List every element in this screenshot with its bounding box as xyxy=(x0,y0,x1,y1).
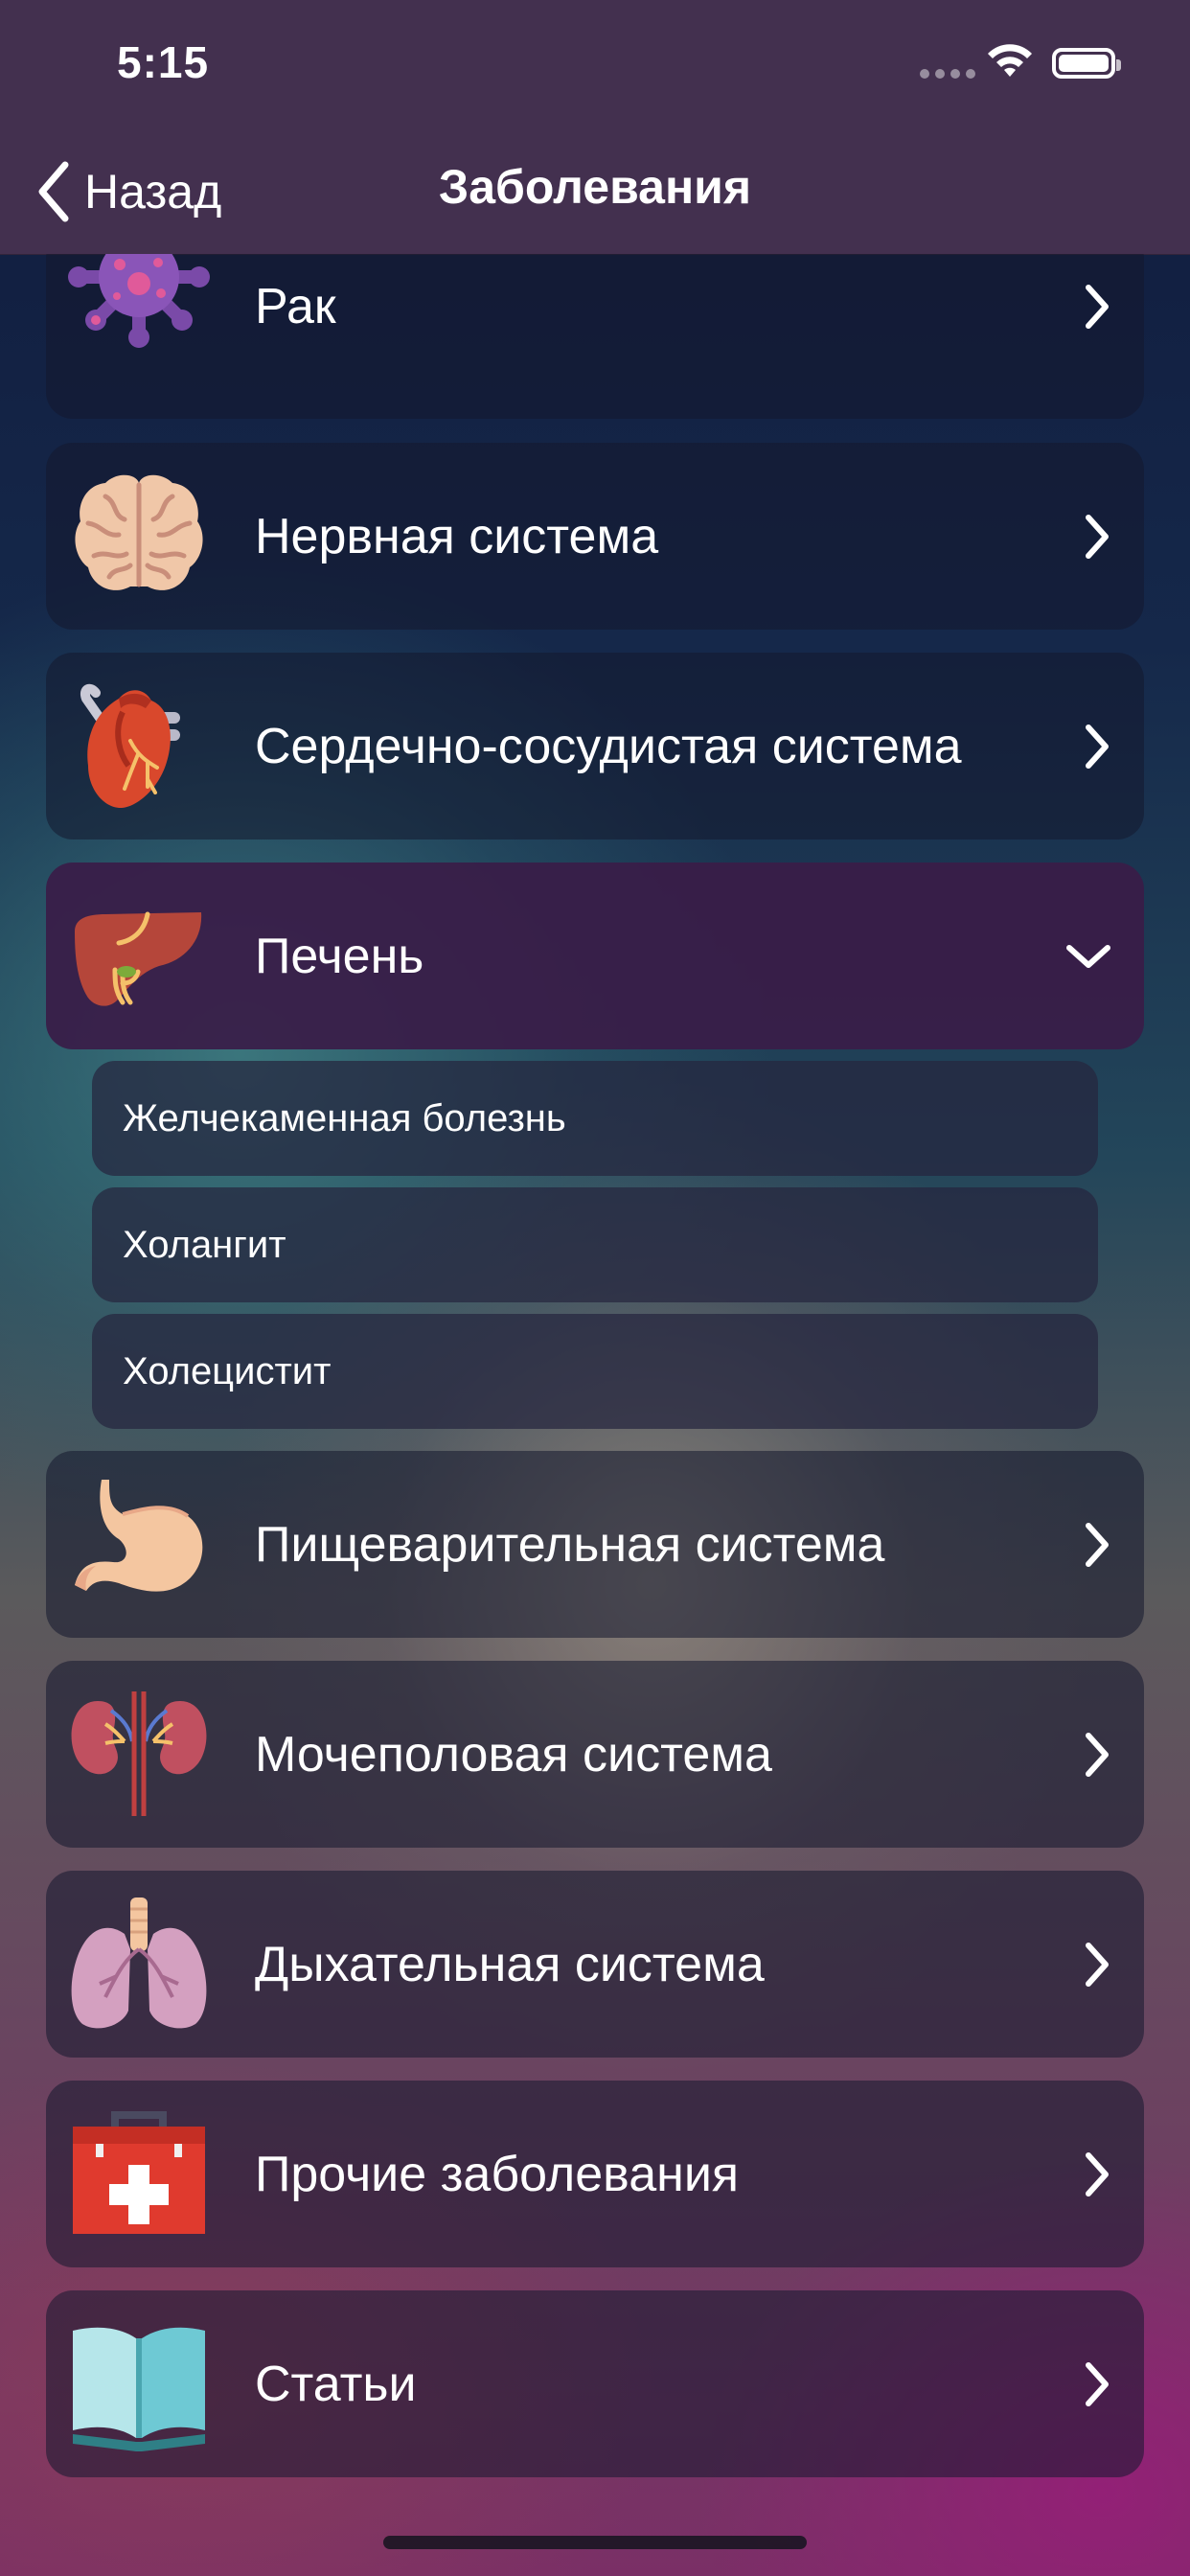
category-cardiovascular-system[interactable]: Сердечно-сосудистая система xyxy=(46,653,1144,840)
book-icon xyxy=(73,2327,205,2451)
chevron-right-icon xyxy=(1086,2151,1109,2196)
wifi-icon xyxy=(988,44,1032,77)
brain-icon xyxy=(75,474,203,590)
chevron-right-icon xyxy=(1086,284,1109,329)
category-label: Мочеполовая система xyxy=(255,1726,772,1782)
category-liver[interactable]: Печень xyxy=(46,862,1144,1049)
home-indicator[interactable] xyxy=(383,2536,807,2549)
kidneys-icon xyxy=(71,1691,207,1816)
liver-subitem-cholangitis[interactable]: Холангит xyxy=(92,1187,1098,1302)
liver-subitem-cholecystitis[interactable]: Холецистит xyxy=(92,1314,1098,1429)
subitem-label: Холангит xyxy=(123,1223,286,1266)
chevron-down-icon xyxy=(1066,944,1110,968)
cellular-signal-icon xyxy=(920,69,975,79)
chevron-right-icon xyxy=(1086,724,1109,769)
lungs-icon xyxy=(71,1898,207,2029)
page-title: Заболевания xyxy=(438,160,752,214)
chevron-right-icon xyxy=(1086,514,1109,559)
first-aid-kit-icon xyxy=(73,2111,205,2234)
category-label: Печень xyxy=(255,928,424,984)
chevron-right-icon xyxy=(1086,2361,1109,2406)
status-time: 5:15 xyxy=(117,37,210,87)
battery-icon xyxy=(1052,48,1121,79)
stomach-icon xyxy=(75,1480,203,1592)
category-label: Пищеварительная система xyxy=(255,1516,885,1573)
category-other-diseases[interactable]: Прочие заболевания xyxy=(46,2081,1144,2267)
chevron-right-icon xyxy=(1086,1732,1109,1777)
chevron-right-icon xyxy=(1086,1522,1109,1567)
category-digestive-system[interactable]: Пищеварительная система xyxy=(46,1451,1144,1638)
liver-subitem-gallstone-disease[interactable]: Желчекаменная болезнь xyxy=(92,1061,1098,1176)
category-label: Прочие заболевания xyxy=(255,2146,740,2202)
category-urogenital-system[interactable]: Мочеполовая система xyxy=(46,1661,1144,1848)
category-label: Статьи xyxy=(255,2356,417,2412)
category-label: Рак xyxy=(255,278,336,334)
category-cancer[interactable]: Рак xyxy=(46,232,1144,419)
subitem-label: Желчекаменная болезнь xyxy=(123,1096,566,1139)
heart-icon xyxy=(80,683,180,808)
subitem-label: Холецистит xyxy=(123,1349,332,1392)
liver-icon xyxy=(75,911,202,1006)
category-label: Дыхательная система xyxy=(255,1936,765,1992)
category-label: Сердечно-сосудистая система xyxy=(255,718,962,774)
status-bar: 5:15 xyxy=(0,0,1190,144)
chevron-right-icon xyxy=(1086,1942,1109,1987)
category-label: Нервная система xyxy=(255,508,659,564)
category-articles[interactable]: Статьи xyxy=(46,2290,1144,2477)
category-nervous-system[interactable]: Нервная система xyxy=(46,443,1144,630)
category-respiratory-system[interactable]: Дыхательная система xyxy=(46,1871,1144,2058)
